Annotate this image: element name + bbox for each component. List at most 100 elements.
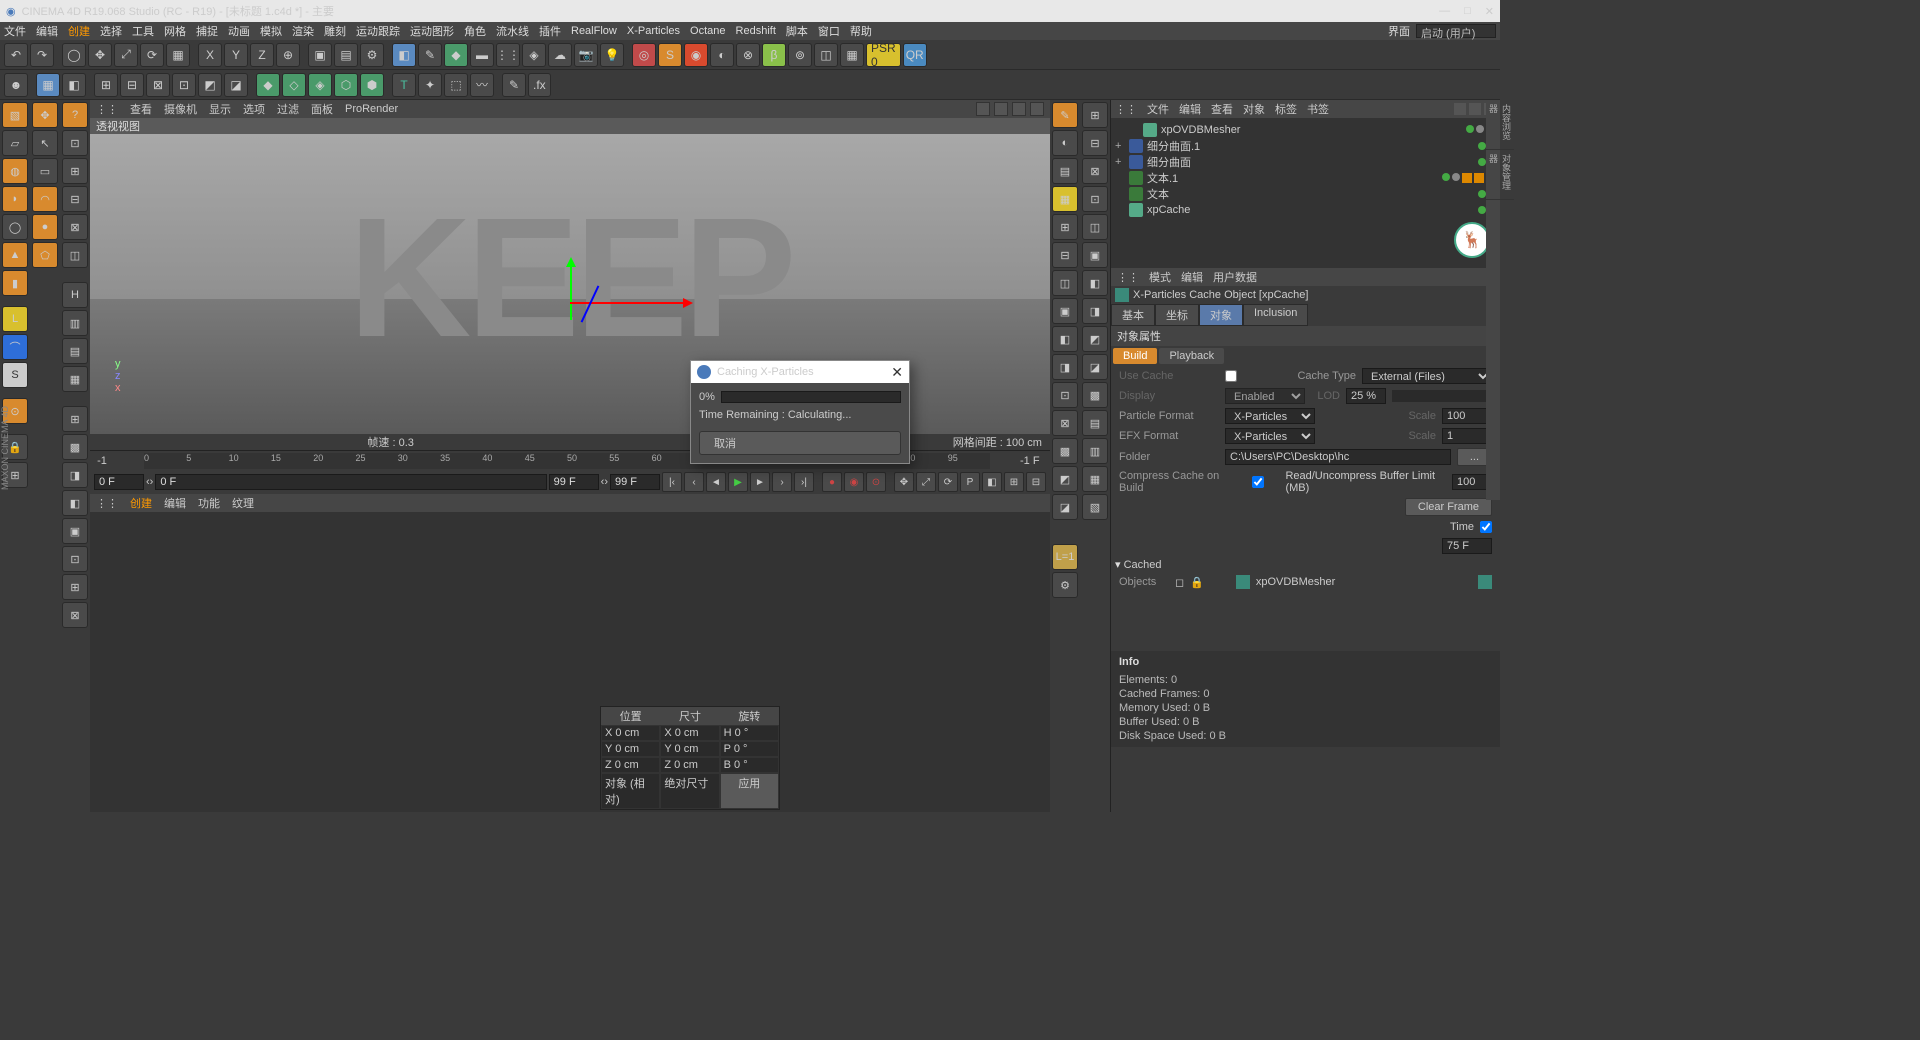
tool-6-icon[interactable]: ▥ xyxy=(62,310,88,336)
menu-script[interactable]: 脚本 xyxy=(786,23,808,39)
mat-tex[interactable]: 纹理 xyxy=(232,495,254,511)
dialog-titlebar[interactable]: Caching X-Particles ✕ xyxy=(691,361,909,383)
vp-menu-display[interactable]: 显示 xyxy=(209,101,231,117)
lock-z-icon[interactable]: Z xyxy=(250,43,274,67)
vp-menu-filter[interactable]: 过滤 xyxy=(277,101,299,117)
effector-icon-1[interactable]: ◆ xyxy=(256,73,280,97)
spline-L-icon[interactable]: L xyxy=(2,306,28,332)
prim-cone-icon[interactable]: ▲ xyxy=(2,242,28,268)
cursor-icon[interactable]: ↖ xyxy=(32,130,58,156)
spline-s-icon[interactable]: S xyxy=(2,362,28,388)
menu-plugins[interactable]: 插件 xyxy=(539,23,561,39)
obj-menu-edit[interactable]: 编辑 xyxy=(1179,101,1201,117)
menu-track[interactable]: 运动跟踪 xyxy=(356,23,400,39)
prim-plane-icon[interactable]: ▱ xyxy=(2,130,28,156)
obj-slot-icon[interactable]: ◻ xyxy=(1175,576,1184,589)
prev-frame-icon[interactable]: ◄ xyxy=(706,472,726,492)
menu-realflow[interactable]: RealFlow xyxy=(571,25,617,37)
vp-menu-options[interactable]: 选项 xyxy=(243,101,265,117)
prim-capsule-icon[interactable]: ◗ xyxy=(2,186,28,212)
lod-field[interactable] xyxy=(1346,388,1386,404)
time-check[interactable] xyxy=(1480,521,1492,533)
scale1-field[interactable] xyxy=(1442,408,1492,424)
next-key-icon[interactable]: › xyxy=(772,472,792,492)
cached-obj-tag-icon[interactable] xyxy=(1478,575,1492,589)
dialog-close-icon[interactable]: ✕ xyxy=(891,364,903,381)
plugin-icon-1[interactable]: ◎ xyxy=(632,43,656,67)
menu-create[interactable]: 创建 xyxy=(68,23,90,39)
tool-4-icon[interactable]: ⊠ xyxy=(62,214,88,240)
r4-icon[interactable]: ▦ xyxy=(1052,186,1078,212)
menu-window[interactable]: 窗口 xyxy=(818,23,840,39)
folder-field[interactable] xyxy=(1225,449,1451,465)
cache-type-select[interactable]: External (Files) xyxy=(1362,368,1492,384)
maximize-button[interactable]: □ xyxy=(1464,5,1471,18)
mograph-icon-5[interactable]: ◩ xyxy=(198,73,222,97)
coord-mode1[interactable]: 对象 (相对) xyxy=(601,773,660,809)
menu-help[interactable]: 帮助 xyxy=(850,23,872,39)
obj-xpCache[interactable]: xpCache xyxy=(1115,202,1496,218)
key-r-icon[interactable]: ⟳ xyxy=(938,472,958,492)
close-button[interactable]: ✕ xyxy=(1485,5,1494,18)
mograph-icon-4[interactable]: ⊡ xyxy=(172,73,196,97)
r5-icon[interactable]: ⊞ xyxy=(1052,214,1078,240)
prim-torus-icon[interactable]: ◯ xyxy=(2,214,28,240)
tracer-icon[interactable]: 〰 xyxy=(470,73,494,97)
prim-cube-icon[interactable]: ▧ xyxy=(2,102,28,128)
tab-inclusion[interactable]: Inclusion xyxy=(1243,304,1308,326)
menu-octane[interactable]: Octane xyxy=(690,25,725,37)
tool-15-icon[interactable]: ⊞ xyxy=(62,574,88,600)
material-area[interactable] xyxy=(90,512,1050,812)
obj-xpOVDBMesher[interactable]: xpOVDBMesher xyxy=(1115,122,1496,138)
key-param-icon[interactable]: ◧ xyxy=(982,472,1002,492)
mograph-icon-2[interactable]: ⊟ xyxy=(120,73,144,97)
plugin-icon-8[interactable]: ◫ xyxy=(814,43,838,67)
obj-lock-icon[interactable]: 🔒 xyxy=(1190,576,1204,589)
key-p-icon[interactable]: ✥ xyxy=(894,472,914,492)
rr8-icon[interactable]: ◨ xyxy=(1082,298,1108,324)
fracture-icon[interactable]: ✦ xyxy=(418,73,442,97)
tab-object[interactable]: 对象 xyxy=(1199,304,1243,326)
fx-pen-icon[interactable]: ✎ xyxy=(502,73,526,97)
r2-icon[interactable]: ◐ xyxy=(1052,130,1078,156)
rr12-icon[interactable]: ▤ xyxy=(1082,410,1108,436)
goto-start-icon[interactable]: |‹ xyxy=(662,472,682,492)
menu-char[interactable]: 角色 xyxy=(464,23,486,39)
play-icon[interactable]: ▶ xyxy=(728,472,748,492)
menu-redshift[interactable]: Redshift xyxy=(736,25,776,37)
obj-细分曲面.1[interactable]: +细分曲面.1 xyxy=(1115,138,1496,154)
obj-文本[interactable]: 文本 xyxy=(1115,186,1496,202)
help-icon[interactable]: ? xyxy=(62,102,88,128)
display-select[interactable]: Enabled xyxy=(1225,388,1305,404)
cached-header[interactable]: ▾ Cached xyxy=(1111,556,1500,573)
key-pla-icon[interactable]: P xyxy=(960,472,980,492)
r13-icon[interactable]: ▩ xyxy=(1052,438,1078,464)
menu-sculpt[interactable]: 雕刻 xyxy=(324,23,346,39)
lock-y-icon[interactable]: Y xyxy=(224,43,248,67)
key-s-icon[interactable]: ⤢ xyxy=(916,472,936,492)
keyopt-icon[interactable]: ⊙ xyxy=(866,472,886,492)
prim-disc-icon[interactable]: ◍ xyxy=(2,158,28,184)
effector-icon-4[interactable]: ⬡ xyxy=(334,73,358,97)
lasso-icon[interactable]: ◠ xyxy=(32,186,58,212)
menu-mograph[interactable]: 运动图形 xyxy=(410,23,454,39)
gizmo-y-axis[interactable] xyxy=(570,260,572,320)
rr7-icon[interactable]: ◧ xyxy=(1082,270,1108,296)
sidetab-objmgr[interactable]: 对象管理器 xyxy=(1486,150,1514,200)
rr13-icon[interactable]: ▥ xyxy=(1082,438,1108,464)
brush-icon[interactable]: ● xyxy=(32,214,58,240)
next-frame-icon[interactable]: ► xyxy=(750,472,770,492)
frame-start-field[interactable] xyxy=(94,474,144,490)
rr15-icon[interactable]: ▧ xyxy=(1082,494,1108,520)
dialog-cancel-button[interactable]: 取消 xyxy=(699,431,901,455)
r-gear-icon[interactable]: ⚙ xyxy=(1052,572,1078,598)
tab-coord[interactable]: 坐标 xyxy=(1155,304,1199,326)
record-icon[interactable]: ● xyxy=(822,472,842,492)
menu-select[interactable]: 选择 xyxy=(100,23,122,39)
clear-frame-button[interactable]: Clear Frame xyxy=(1405,498,1492,516)
effector-icon-2[interactable]: ◇ xyxy=(282,73,306,97)
vp-nav-1-icon[interactable] xyxy=(976,102,990,116)
menu-edit[interactable]: 编辑 xyxy=(36,23,58,39)
subdiv-icon[interactable]: ◆ xyxy=(444,43,468,67)
pformat-select[interactable]: X-Particles xyxy=(1225,408,1315,424)
